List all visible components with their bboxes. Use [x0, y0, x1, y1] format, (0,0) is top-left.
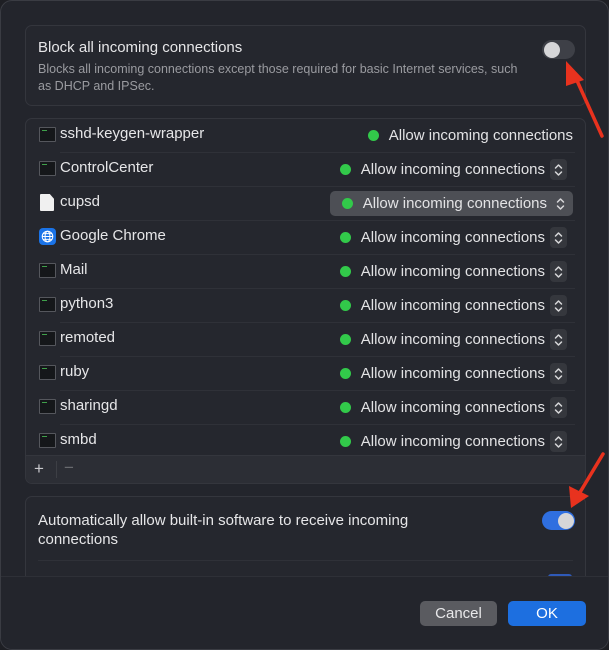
app-name: Mail	[60, 261, 88, 278]
status-dot-icon	[339, 402, 351, 413]
app-row[interactable]: smbd Allow incoming connections	[26, 425, 585, 459]
app-name: ControlCenter	[60, 159, 154, 176]
status-label: Allow incoming connections	[360, 263, 545, 280]
list-footer: + −	[26, 455, 585, 483]
app-rows: sshd-keygen-wrapper Allow incoming conne…	[26, 119, 585, 459]
firewall-options-dialog: Block all incoming connections Blocks al…	[0, 0, 609, 650]
block-all-title: Block all incoming connections	[38, 39, 243, 56]
status-dot-icon	[339, 232, 351, 243]
auto-allow-title: Automatically allow built-in software to…	[38, 512, 409, 548]
connection-status-popup: Allow incoming connections	[356, 123, 573, 148]
status-dot-icon	[339, 334, 351, 345]
status-dot-icon	[339, 436, 351, 447]
status-label: Allow incoming connections	[360, 433, 545, 450]
app-name: smbd	[60, 431, 97, 448]
stepper-icon[interactable]	[550, 295, 567, 316]
stepper-icon[interactable]	[550, 227, 567, 248]
add-app-button[interactable]: +	[34, 459, 44, 479]
connection-status-popup[interactable]: Allow incoming connections	[328, 429, 571, 454]
connection-status-popup[interactable]: Allow incoming connections	[328, 225, 571, 250]
status-label: Allow incoming connections	[360, 161, 545, 178]
stepper-icon[interactable]	[550, 397, 567, 418]
ok-button[interactable]: OK	[508, 601, 586, 626]
status-dot-icon	[339, 266, 351, 277]
app-name: Google Chrome	[60, 227, 166, 244]
terminal-icon	[39, 161, 56, 176]
app-name: cupsd	[60, 193, 101, 210]
app-name: remoted	[60, 329, 116, 346]
status-label: Allow incoming connections	[360, 297, 545, 314]
toggle-knob	[543, 41, 560, 58]
app-name: sshd-keygen-wrapper	[60, 125, 205, 142]
app-row[interactable]: Mail Allow incoming connections	[26, 255, 585, 289]
status-label: Allow incoming connections	[388, 127, 573, 144]
terminal-icon	[39, 263, 56, 278]
status-dot-icon	[339, 368, 351, 379]
status-label: Allow incoming connections	[360, 331, 545, 348]
status-dot-icon	[341, 198, 353, 209]
app-name: sharingd	[60, 397, 118, 414]
status-label: Allow incoming connections	[360, 229, 545, 246]
connection-status-popup[interactable]: Allow incoming connections	[328, 327, 571, 352]
app-row[interactable]: remoted Allow incoming connections	[26, 323, 585, 357]
status-dot-icon	[367, 130, 379, 141]
status-label: Allow incoming connections	[362, 195, 547, 212]
app-row[interactable]: sharingd Allow incoming connections	[26, 391, 585, 425]
app-list: sshd-keygen-wrapper Allow incoming conne…	[25, 118, 586, 484]
app-row[interactable]: sshd-keygen-wrapper Allow incoming conne…	[26, 119, 585, 153]
terminal-icon	[39, 331, 56, 346]
status-label: Allow incoming connections	[360, 365, 545, 382]
connection-status-popup[interactable]: Allow incoming connections	[328, 259, 571, 284]
connection-status-popup[interactable]: Allow incoming connections	[328, 157, 571, 182]
stepper-icon[interactable]	[550, 329, 567, 350]
app-row[interactable]: cupsd Allow incoming connections	[26, 187, 585, 221]
dialog-footer: Cancel OK	[1, 576, 608, 649]
footer-divider	[56, 461, 57, 478]
status-label: Allow incoming connections	[360, 399, 545, 416]
connection-status-popup[interactable]: Allow incoming connections	[328, 395, 571, 420]
terminal-icon	[39, 433, 56, 448]
section-divider	[38, 560, 573, 561]
app-row[interactable]: ruby Allow incoming connections	[26, 357, 585, 391]
stepper-icon[interactable]	[550, 363, 567, 384]
auto-allow-toggle[interactable]	[542, 511, 575, 530]
connection-status-popup[interactable]: Allow incoming connections	[328, 361, 571, 386]
toggle-knob	[557, 512, 574, 529]
stepper-icon[interactable]	[550, 261, 567, 282]
status-dot-icon	[339, 164, 351, 175]
app-row[interactable]: Google Chrome Allow incoming connections	[26, 221, 585, 255]
stepper-icon[interactable]	[550, 431, 567, 452]
app-name: python3	[60, 295, 114, 312]
remove-app-button[interactable]: −	[64, 458, 74, 478]
connection-status-popup[interactable]: Allow incoming connections	[328, 293, 571, 318]
file-icon	[40, 194, 54, 211]
status-dot-icon	[339, 300, 351, 311]
block-all-description: Blocks all incoming connections except t…	[38, 62, 518, 93]
terminal-icon	[39, 399, 56, 414]
block-all-toggle[interactable]	[542, 40, 575, 59]
cancel-button[interactable]: Cancel	[420, 601, 497, 626]
terminal-icon	[39, 365, 56, 380]
terminal-icon	[39, 297, 56, 312]
stepper-icon[interactable]	[552, 193, 569, 214]
app-row[interactable]: ControlCenter Allow incoming connections	[26, 153, 585, 187]
app-row[interactable]: python3 Allow incoming connections	[26, 289, 585, 323]
block-all-section: Block all incoming connections Blocks al…	[25, 25, 586, 106]
stepper-icon[interactable]	[550, 159, 567, 180]
app-name: ruby	[60, 363, 90, 380]
connection-status-popup[interactable]: Allow incoming connections	[329, 191, 573, 216]
globe-icon	[39, 228, 56, 245]
terminal-icon	[39, 127, 56, 142]
